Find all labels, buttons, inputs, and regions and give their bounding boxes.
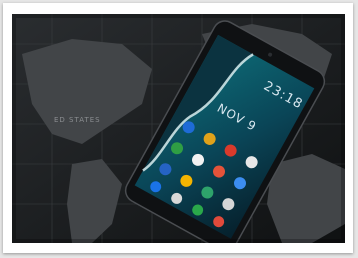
map-region-label: ED STATES bbox=[54, 116, 101, 124]
phone-on-map-photo: ED STATES 23:18 NOV 9 bbox=[12, 14, 345, 243]
photo-frame: ED STATES 23:18 NOV 9 bbox=[3, 3, 353, 253]
